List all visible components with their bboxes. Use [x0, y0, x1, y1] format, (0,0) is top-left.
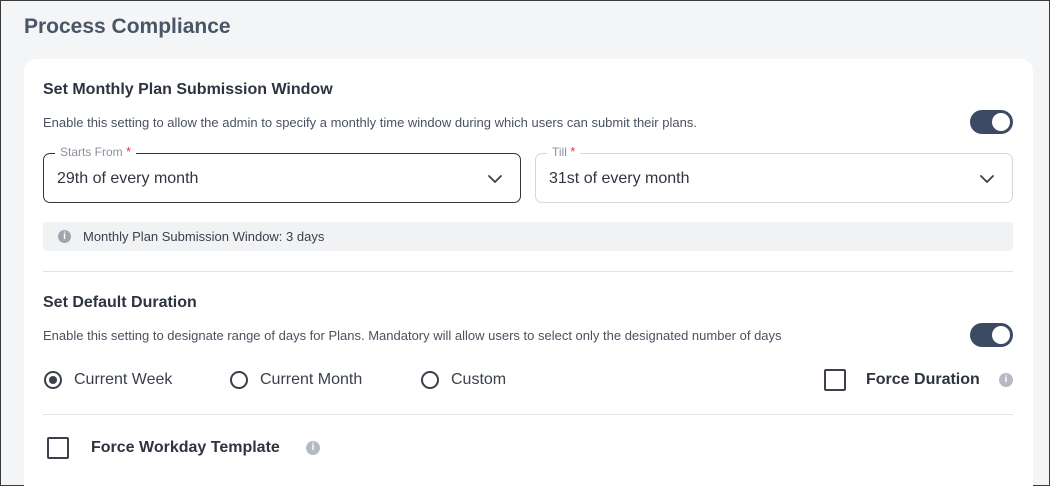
force-duration-checkbox[interactable]: [824, 369, 846, 391]
submission-window-info: i Monthly Plan Submission Window: 3 days: [43, 222, 1013, 251]
info-icon[interactable]: i: [999, 373, 1013, 387]
toggle-knob: [992, 326, 1010, 344]
radio-custom[interactable]: [421, 371, 439, 389]
radio-custom-label[interactable]: Custom: [451, 371, 506, 389]
divider: [43, 414, 1013, 415]
info-icon: i: [58, 230, 71, 243]
starts-from-value: 29th of every month: [57, 170, 199, 187]
process-compliance-card: Set Monthly Plan Submission Window Enabl…: [24, 59, 1033, 486]
toggle-knob: [992, 113, 1010, 131]
till-value: 31st of every month: [549, 170, 690, 187]
default-duration-description: Enable this setting to designate range o…: [43, 328, 782, 343]
starts-from-select[interactable]: Starts From * 29th of every month: [43, 144, 521, 203]
chevron-down-icon: [980, 175, 994, 183]
page-title: Process Compliance: [24, 15, 231, 38]
force-workday-template-checkbox[interactable]: [47, 437, 69, 459]
till-select[interactable]: Till * 31st of every month: [535, 144, 1013, 203]
radio-current-week-label[interactable]: Current Week: [74, 371, 172, 389]
submission-window-toggle[interactable]: [970, 110, 1013, 134]
submission-window-info-text: Monthly Plan Submission Window: 3 days: [83, 229, 325, 244]
info-icon[interactable]: i: [306, 441, 320, 455]
force-duration-label[interactable]: Force Duration: [866, 371, 980, 389]
default-duration-title: Set Default Duration: [43, 294, 197, 311]
default-duration-toggle[interactable]: [970, 323, 1013, 347]
submission-window-title: Set Monthly Plan Submission Window: [43, 81, 333, 98]
submission-window-description: Enable this setting to allow the admin t…: [43, 115, 697, 130]
till-label: Till *: [547, 144, 581, 159]
divider: [43, 271, 1013, 272]
chevron-down-icon: [488, 175, 502, 183]
force-workday-template-label[interactable]: Force Workday Template: [91, 439, 280, 457]
radio-current-week[interactable]: [44, 371, 62, 389]
starts-from-label: Starts From *: [55, 144, 137, 159]
radio-current-month[interactable]: [230, 371, 248, 389]
radio-current-month-label[interactable]: Current Month: [260, 371, 362, 389]
